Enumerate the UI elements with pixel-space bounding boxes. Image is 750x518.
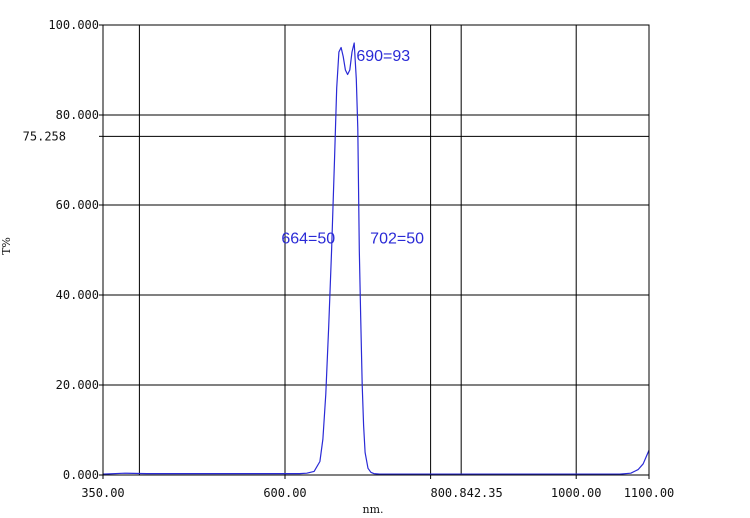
y-tick-label: 100.000 [48,18,99,32]
annotations: 690=93 664=50 702=50 [281,48,424,247]
x-tick-label: 1000.00 [551,486,602,500]
x-tick-label: 1100.00 [624,486,675,500]
x-axis-ticks: 350.00 600.00 800.842.35 1000.00 1100.00 [81,475,674,500]
y-tick-label: 0.000 [63,468,99,482]
x-tick-label: 800.842.35 [430,486,502,500]
y-tick-label: 80.000 [56,108,99,122]
x-axis-title: nm. [362,503,383,516]
grid [103,25,649,475]
annotation-label: 702=50 [370,230,424,247]
series-layer [102,42,650,475]
annotation-label: 664=50 [281,230,335,247]
x-tick-label: 600.00 [263,486,306,500]
y-tick-label: 60.000 [56,198,99,212]
transmission-line [102,42,650,475]
y-axis-ticks: 0.000 20.000 40.000 60.000 80.000 75.258 100.0… [23,18,103,482]
transmission-chart: 0.000 20.000 40.000 60.000 80.000 75.258 100.0… [0,18,674,516]
annotation-label: 690=93 [356,48,410,65]
plot-frame [102,24,650,476]
y-axis-title: T% [0,237,13,255]
y-tick-label: 40.000 [56,288,99,302]
x-tick-label: 350.00 [81,486,124,500]
y-tick-label: 75.258 [23,129,66,143]
y-tick-label: 20.000 [56,378,99,392]
